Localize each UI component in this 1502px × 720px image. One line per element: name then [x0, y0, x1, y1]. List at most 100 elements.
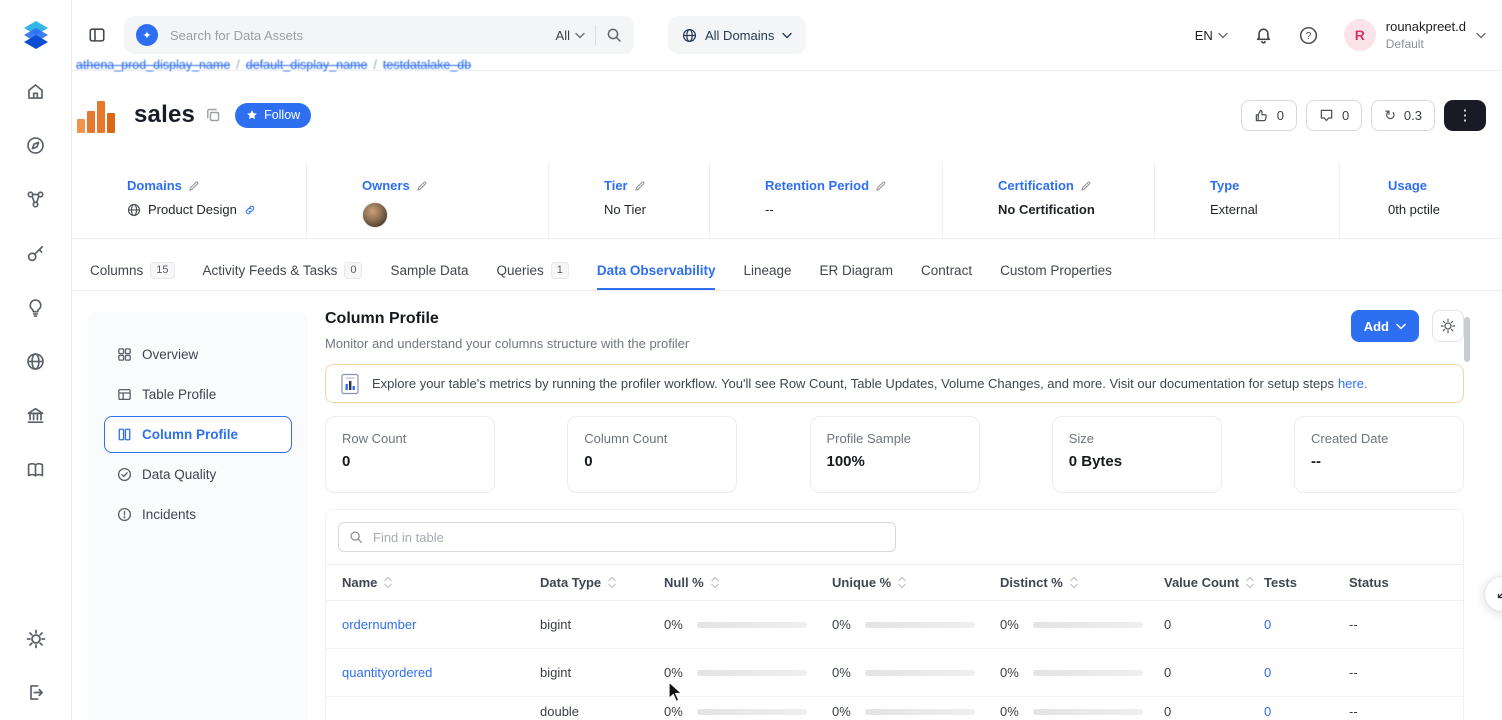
- sort-icon[interactable]: [897, 576, 907, 589]
- cell-distinct-pct: 0%: [1000, 617, 1164, 632]
- column-header-status[interactable]: Status: [1349, 575, 1463, 590]
- domains-filter-button[interactable]: All Domains: [668, 16, 807, 54]
- meta-label: Certification: [998, 178, 1074, 193]
- tab-count-badge: 1: [550, 261, 569, 279]
- tab-sample-data[interactable]: Sample Data: [390, 252, 468, 290]
- column-header-data-type[interactable]: Data Type: [540, 575, 664, 590]
- search-scope-dropdown[interactable]: All: [556, 28, 585, 43]
- star-icon: [247, 110, 257, 120]
- tests-link[interactable]: 0: [1264, 665, 1271, 680]
- copy-name-button[interactable]: [205, 107, 221, 123]
- more-actions-button[interactable]: ⋮: [1444, 99, 1486, 131]
- profile-nav-overview[interactable]: Overview: [104, 336, 292, 373]
- upvote-button[interactable]: 0: [1240, 99, 1297, 131]
- entity-tabs: Columns 15 Activity Feeds & Tasks 0 Samp…: [72, 252, 1502, 291]
- logout-button[interactable]: [26, 682, 46, 702]
- tab-contract[interactable]: Contract: [921, 252, 972, 290]
- profile-nav-label: Table Profile: [142, 387, 217, 402]
- sort-icon[interactable]: [1069, 576, 1079, 589]
- tests-link[interactable]: 0: [1264, 617, 1271, 632]
- user-avatar: R: [1343, 19, 1376, 51]
- tab-columns[interactable]: Columns 15: [90, 252, 175, 290]
- cell-tests: 0: [1264, 665, 1349, 680]
- globe-icon: [127, 203, 141, 216]
- edit-pencil-icon[interactable]: [1080, 180, 1092, 192]
- notifications-button[interactable]: [1254, 26, 1273, 45]
- help-button[interactable]: ?: [1299, 26, 1318, 45]
- edit-pencil-icon[interactable]: [634, 180, 646, 192]
- tab-data-observability[interactable]: Data Observability: [596, 252, 716, 290]
- column-header-name[interactable]: Name: [342, 575, 540, 590]
- nav-govern-button[interactable]: [26, 405, 46, 425]
- nav-explore-button[interactable]: [26, 135, 46, 155]
- banner-text: Explore your table's metrics by running …: [372, 376, 1334, 391]
- edit-pencil-icon[interactable]: [188, 180, 200, 192]
- tab-label: Contract: [921, 262, 973, 278]
- nav-glossary-button[interactable]: [26, 459, 46, 479]
- help-icon: ?: [1299, 26, 1317, 44]
- edit-pencil-icon[interactable]: [875, 180, 887, 192]
- sort-icon[interactable]: [1245, 576, 1255, 589]
- tab-activity-feeds[interactable]: Activity Feeds & Tasks 0: [203, 252, 363, 290]
- tab-queries[interactable]: Queries 1: [497, 252, 569, 290]
- tab-custom-properties[interactable]: Custom Properties: [1000, 252, 1112, 290]
- owner-avatar[interactable]: [362, 202, 388, 228]
- add-button-label: Add: [1363, 318, 1389, 334]
- add-button[interactable]: Add: [1350, 310, 1419, 342]
- tab-er-diagram[interactable]: ER Diagram: [820, 252, 894, 290]
- user-menu[interactable]: R rounakpreet.d Default: [1343, 19, 1486, 51]
- panel-actions: Add: [1350, 310, 1464, 342]
- profile-nav-data-quality[interactable]: Data Quality: [104, 456, 292, 493]
- sort-icon[interactable]: [710, 576, 720, 589]
- column-name-link[interactable]: quantityordered: [342, 665, 432, 680]
- column-header-null-pct[interactable]: Null %: [664, 575, 832, 590]
- column-header-value-count[interactable]: Value Count: [1164, 575, 1264, 590]
- cell-data-type: double: [540, 704, 580, 719]
- pct-value: 0%: [832, 617, 851, 632]
- sort-icon[interactable]: [383, 576, 393, 589]
- version-button[interactable]: ↻ 0.3: [1371, 99, 1435, 131]
- breadcrumb-item[interactable]: athena_prod_display_name: [76, 58, 230, 72]
- search-input[interactable]: [168, 26, 546, 44]
- profile-nav-column-profile[interactable]: Column Profile: [104, 416, 292, 453]
- pct-value: 0%: [664, 617, 683, 632]
- panel-scrollbar[interactable]: [1464, 317, 1470, 362]
- profile-nav-incidents[interactable]: Incidents: [104, 496, 292, 533]
- column-header-distinct-pct[interactable]: Distinct %: [1000, 575, 1164, 590]
- table-icon: [118, 388, 131, 401]
- banner-link[interactable]: here.: [1338, 376, 1368, 391]
- edit-pencil-icon[interactable]: [416, 180, 428, 192]
- tab-lineage[interactable]: Lineage: [743, 252, 791, 290]
- breadcrumb-item[interactable]: testdatalake_db: [383, 58, 471, 72]
- settings-button[interactable]: [26, 629, 46, 649]
- column-header-label: Status: [1349, 575, 1389, 590]
- sidebar-toggle-button[interactable]: [80, 18, 114, 52]
- nav-home-button[interactable]: [26, 81, 46, 101]
- breadcrumb-item[interactable]: default_display_name: [246, 58, 368, 72]
- meta-value[interactable]: Product Design: [148, 202, 237, 217]
- tab-label: Sample Data: [390, 262, 469, 278]
- column-header-unique-pct[interactable]: Unique %: [832, 575, 1000, 590]
- profiler-settings-button[interactable]: [1432, 310, 1464, 342]
- nav-lineage-button[interactable]: [26, 189, 46, 209]
- tests-link[interactable]: 0: [1264, 704, 1271, 719]
- profile-nav-table-profile[interactable]: Table Profile: [104, 376, 292, 413]
- stat-card-profile-sample: Profile Sample 100%: [809, 416, 980, 493]
- nav-insights-button[interactable]: [26, 297, 46, 317]
- topbar-right: EN ? R rounakpreet.d Default: [1195, 19, 1486, 51]
- nav-access-button[interactable]: [26, 243, 46, 263]
- panel-header: Column Profile Monitor and understand yo…: [325, 310, 1464, 351]
- find-in-table-input[interactable]: [371, 528, 885, 546]
- share-graph-icon: [27, 190, 44, 208]
- column-header-tests[interactable]: Tests: [1264, 575, 1349, 590]
- comments-button[interactable]: 0: [1305, 99, 1363, 131]
- language-dropdown[interactable]: EN: [1195, 28, 1228, 43]
- ai-sparkle-icon[interactable]: ✦: [136, 24, 158, 46]
- follow-button[interactable]: Follow: [235, 102, 312, 128]
- meta-label: Domains: [127, 178, 182, 193]
- nav-domains-button[interactable]: [26, 351, 46, 371]
- search-button[interactable]: [606, 27, 622, 43]
- app-logo-icon[interactable]: [17, 15, 55, 53]
- column-name-link[interactable]: ordernumber: [342, 617, 416, 632]
- sort-icon[interactable]: [607, 576, 617, 589]
